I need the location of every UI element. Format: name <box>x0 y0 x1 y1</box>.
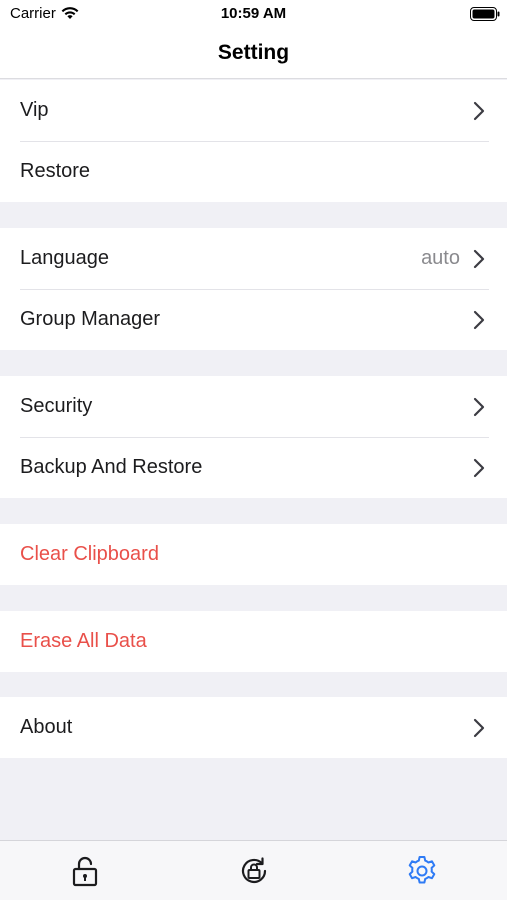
unlock-icon <box>72 856 98 887</box>
backup-and-restore-row[interactable]: Backup And Restore <box>0 437 507 498</box>
settings-section-account: Vip Restore <box>0 80 507 202</box>
security-label: Security <box>20 395 93 417</box>
gear-icon <box>408 856 436 884</box>
page-title: Setting <box>217 41 290 64</box>
erase-all-data-row[interactable]: Erase All Data <box>0 611 507 672</box>
tab-settings[interactable] <box>404 853 440 889</box>
language-value: auto <box>421 247 460 269</box>
tab-sync[interactable] <box>236 853 272 889</box>
status-bar: Carrier 10:59 AM <box>0 0 507 30</box>
security-row[interactable]: Security <box>0 376 507 437</box>
refresh-lock-icon <box>241 857 267 884</box>
chevron-right-icon <box>473 101 485 121</box>
battery-icon <box>470 7 500 21</box>
tab-vault[interactable] <box>67 853 103 889</box>
language-row[interactable]: Language auto <box>0 228 507 289</box>
chevron-right-icon <box>473 718 485 738</box>
clear-clipboard-label: Clear Clipboard <box>20 543 159 565</box>
navigation-bar: Setting <box>0 30 507 79</box>
about-row[interactable]: About <box>0 697 507 758</box>
group-manager-row[interactable]: Group Manager <box>0 289 507 350</box>
vip-row[interactable]: Vip <box>0 80 507 141</box>
restore-row[interactable]: Restore <box>0 141 507 202</box>
restore-label: Restore <box>20 160 91 182</box>
chevron-right-icon <box>473 249 485 269</box>
about-label: About <box>20 716 73 738</box>
group-manager-label: Group Manager <box>20 308 161 330</box>
settings-section-clipboard: Clear Clipboard <box>0 524 507 585</box>
status-time: 10:59 AM <box>220 5 287 22</box>
chevron-right-icon <box>473 458 485 478</box>
backup-and-restore-label: Backup And Restore <box>20 456 203 478</box>
erase-all-data-label: Erase All Data <box>20 630 147 652</box>
chevron-right-icon <box>473 397 485 417</box>
tab-bar <box>0 840 507 900</box>
settings-section-about: About <box>0 697 507 758</box>
settings-section-erase: Erase All Data <box>0 611 507 672</box>
vip-label: Vip <box>20 99 49 121</box>
chevron-right-icon <box>473 310 485 330</box>
language-label: Language <box>20 247 109 269</box>
clear-clipboard-row[interactable]: Clear Clipboard <box>0 524 507 585</box>
settings-section-general: Language auto Group Manager <box>0 228 507 350</box>
settings-section-security: Security Backup And Restore <box>0 376 507 498</box>
